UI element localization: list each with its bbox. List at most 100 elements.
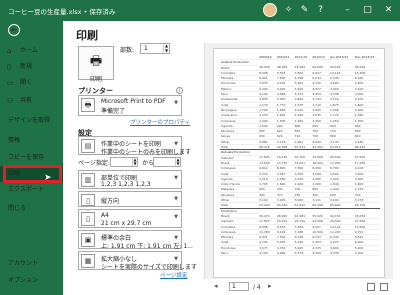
orientation-dropdown[interactable]: ▯ 縦方向 ▼ (78, 191, 182, 207)
table-cell: 2011/12 (293, 55, 312, 61)
lightbulb-icon[interactable]: ✧ (282, 4, 295, 17)
scale-line2: シートを実際のサイズで印刷します (101, 264, 197, 271)
sidebar-item-share[interactable]: ⚇ 共有 (0, 93, 63, 109)
paper-size-dropdown[interactable]: ▯ A4 21 cm x 29.7 cm ▼ (78, 209, 182, 228)
current-page: 1 (232, 283, 236, 290)
sidebar-item-save-copy[interactable]: コピーを保存 (0, 150, 63, 166)
margins-dropdown[interactable]: ▣ 標準の余白 上: 1.91 cm 下: 1.91 cm 左: 1... ▼ (78, 230, 193, 250)
sidebar-item-label: コピーを保存 (8, 154, 45, 161)
sidebar-item-open[interactable]: ▭ 開く (0, 75, 63, 91)
scaling-dropdown[interactable]: ▦ 拡大縮小なし シートを実際のサイズで印刷します ▼ (78, 251, 197, 271)
preview-table: 2009/10 2010/11 2011/12 2012/13 Jan-2013/14 D… (220, 55, 380, 257)
next-page-icon[interactable]: ▸ (268, 282, 272, 290)
collate-dropdown[interactable]: ▥ 部単位で印刷 1,2,3 1,2,3 1,2,3 ▼ (78, 170, 182, 189)
stepper-arrows-icon[interactable]: ▲ ▼ (163, 43, 169, 53)
highlight-frame (3, 165, 62, 183)
table-cell: 87,214 (293, 144, 312, 151)
pages-to-input[interactable]: ▲ ▼ (153, 157, 181, 167)
sheet-icon: ▤ (81, 139, 95, 153)
table-cell: 54,342 (275, 202, 294, 209)
sidebar-item-get-designs[interactable]: デザインを取得 (0, 113, 63, 129)
table-cell: 60,998 (311, 202, 330, 209)
table-cell: 4,338 (329, 250, 354, 257)
table-cell: 4,069 (275, 250, 294, 257)
table-cell: Jan-2013/14 (329, 55, 354, 61)
scaling-icon: ▦ (81, 254, 95, 268)
stepper-arrows-icon[interactable]: ▲ ▼ (132, 158, 137, 166)
chevron-down-icon: ▼ (174, 141, 178, 147)
print-button[interactable]: 🖶 印刷 (78, 46, 114, 83)
table-cell: 2012/13 (311, 55, 330, 61)
show-margins-icon[interactable] (367, 283, 375, 291)
margins-icon: ▣ (81, 233, 95, 247)
table-cell: 88,440 (353, 144, 380, 151)
printer-properties-link[interactable]: プリンターのプロパティ (130, 118, 190, 126)
sidebar-item-label: 情報 (8, 137, 21, 144)
sidebar-item-label: 開く (20, 79, 33, 86)
printer-dropdown[interactable]: 🖶 Microsoft Print to PDF 準備完了 ▼ (78, 95, 182, 116)
table-cell: 88,426 (258, 144, 276, 151)
home-icon: ⌂ (7, 47, 12, 55)
table-cell: 92,958 (275, 144, 294, 151)
avatar[interactable] (263, 3, 277, 17)
table-cell: 4,190 (258, 250, 276, 257)
prev-page-icon[interactable]: ◂ (214, 282, 218, 290)
table-cell: 2009/10 (258, 55, 276, 61)
table-cell: Dec-2013/14 (353, 55, 380, 61)
stepper-arrows-icon[interactable]: ▲ ▼ (175, 158, 180, 166)
total-pages: / 4 (253, 284, 261, 291)
scope-line2: 作業中のシートのみを印刷します (101, 149, 192, 156)
sidebar-item-label: 新規 (20, 63, 33, 70)
copies-stepper[interactable]: 1 ▲ ▼ (140, 43, 170, 54)
table-cell: 4,453 (311, 250, 330, 257)
share-icon: ⚇ (7, 97, 14, 105)
chevron-down-icon: ▼ (174, 214, 178, 220)
copies-value: 1 (144, 45, 148, 52)
print-scope-dropdown[interactable]: ▤ 作業中のシートを印刷 作業中のシートのみを印刷します ▼ (78, 136, 191, 156)
paper-line1: A4 (101, 212, 109, 219)
sidebar-item-new[interactable]: ▯ 新規 (0, 59, 63, 75)
sidebar-item-options[interactable]: オプション (0, 273, 63, 289)
maximize-icon[interactable]: □ (361, 4, 374, 17)
sidebar-item-home[interactable]: ⌂ ホーム (0, 43, 63, 59)
sidebar-item-label: アカウント (8, 260, 39, 267)
info-icon[interactable]: i (176, 87, 183, 94)
sidebar-item-label: 共有 (20, 97, 33, 104)
table-cell: Peru (220, 250, 259, 257)
folder-icon: ▭ (7, 79, 14, 87)
sidebar-item-label: 閉じる (8, 205, 27, 212)
help-icon[interactable]: ? (314, 4, 327, 17)
zoom-to-page-icon[interactable] (380, 283, 388, 291)
sidebar-item-account[interactable]: アカウント (0, 256, 63, 272)
table-cell: 3,300 (353, 250, 380, 257)
table-cell: 57,937 (293, 202, 312, 209)
table-row: Peru 4,190 4,069 5,373 4,453 4,338 3,300 (220, 250, 380, 257)
page-number-input[interactable]: 1 (229, 282, 249, 291)
chevron-down-icon: ▼ (174, 196, 178, 202)
close-icon[interactable]: ✕ (382, 4, 395, 17)
page-title: 印刷 (76, 29, 98, 42)
table-cell: 2010/11 (275, 55, 294, 61)
sidebar-item-close[interactable]: 閉じる (0, 201, 63, 217)
table-cell: 53,429 (258, 202, 276, 209)
printer-status: 準備完了 (101, 108, 126, 115)
printer-icon: 🖶 (81, 98, 95, 112)
chevron-down-icon: ▼ (174, 100, 178, 106)
pages-from-input[interactable]: ▲ ▼ (110, 157, 138, 167)
sidebar-item-export[interactable]: エクスポート (0, 182, 63, 198)
pages-label: ページ指定: (78, 160, 110, 167)
arrow-left-icon[interactable]: ← (8, 24, 20, 36)
chevron-down-icon: ▼ (174, 256, 178, 262)
chevron-down-icon: ▼ (174, 175, 178, 181)
pen-icon[interactable]: ✎ (298, 4, 311, 17)
title-bar: コーヒー豆の生産量.xlsx • 保存済み ✧ ✎ ? – □ ✕ (0, 0, 400, 21)
minimize-icon[interactable]: – (341, 4, 354, 17)
orientation-value: 縦方向 (101, 198, 120, 205)
sidebar-item-info[interactable]: 情報 (0, 133, 63, 149)
page-setup-link[interactable]: ページ設定 (160, 271, 187, 279)
collate-icon: ▥ (81, 173, 95, 187)
table-cell: 5,373 (293, 250, 312, 257)
printer-name: Microsoft Print to PDF (101, 98, 166, 105)
table-cell: 94,810 (329, 144, 354, 151)
table-cell: 94,900 (311, 144, 330, 151)
